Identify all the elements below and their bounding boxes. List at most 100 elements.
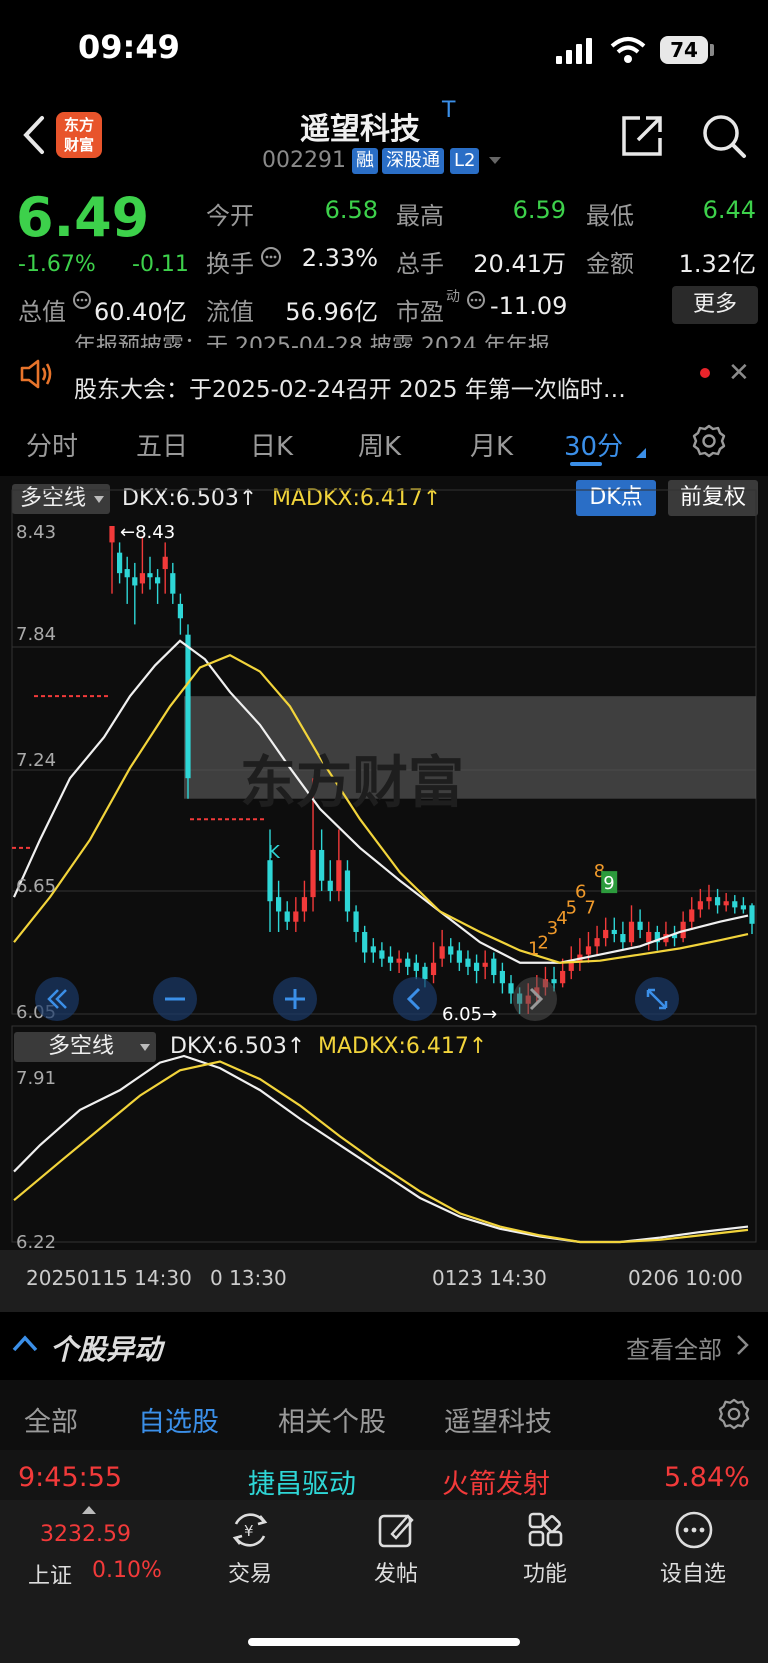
x-label: 0 13:30 bbox=[210, 1266, 287, 1290]
candle-body bbox=[637, 921, 643, 930]
volume-value: 20.41万 bbox=[473, 250, 566, 278]
y-label: 8.43 bbox=[16, 522, 57, 543]
trade-icon[interactable]: ¥ bbox=[228, 1510, 272, 1550]
candle-body bbox=[714, 897, 721, 906]
functions-icon[interactable] bbox=[526, 1510, 566, 1550]
high-value: 6.59 bbox=[512, 196, 566, 224]
svg-text:¥: ¥ bbox=[244, 1522, 254, 1540]
candle-body bbox=[124, 569, 130, 578]
index-percent: 0.10% bbox=[92, 1558, 162, 1583]
candle-body bbox=[327, 880, 333, 891]
candle-body bbox=[336, 860, 342, 891]
gear-icon[interactable] bbox=[718, 1398, 750, 1430]
candle-body bbox=[396, 958, 402, 963]
tab-daily-k[interactable]: 日K bbox=[250, 426, 293, 463]
rewind-icon[interactable] bbox=[34, 976, 80, 1022]
news-previous-line: 年报预披露：于 2025-04-28 披露 2024 年年报 bbox=[74, 334, 550, 348]
movement-tab-favorites[interactable]: 自选股 bbox=[138, 1400, 219, 1439]
search-icon[interactable] bbox=[700, 112, 748, 160]
more-dots-icon[interactable] bbox=[674, 1510, 714, 1550]
candle-body bbox=[448, 946, 454, 955]
close-icon[interactable]: ✕ bbox=[728, 358, 750, 388]
info-icon[interactable] bbox=[466, 290, 486, 310]
info-icon[interactable] bbox=[72, 290, 92, 310]
chevron-left-icon[interactable] bbox=[392, 976, 438, 1022]
index-value[interactable]: 3232.59 bbox=[40, 1522, 131, 1547]
candle-body bbox=[465, 958, 471, 967]
candle-body bbox=[560, 970, 566, 984]
x-label: 20250115 14:30 bbox=[26, 1266, 192, 1290]
corner-triangle-icon bbox=[636, 448, 646, 458]
candle-body bbox=[749, 905, 755, 924]
candle-body bbox=[620, 934, 626, 943]
tab-weekly-k[interactable]: 周K bbox=[358, 426, 401, 463]
candle-body bbox=[177, 603, 183, 619]
candle-body bbox=[185, 634, 191, 779]
gear-icon[interactable] bbox=[692, 424, 726, 458]
index-name: 上证 bbox=[28, 1564, 73, 1589]
status-time: 09:49 bbox=[78, 28, 180, 66]
market-cap-value: 60.40亿 bbox=[94, 298, 187, 326]
chevron-up-icon[interactable] bbox=[12, 1334, 38, 1352]
tab-intraday[interactable]: 分时 bbox=[26, 426, 78, 463]
nav-functions-label[interactable]: 功能 bbox=[500, 1556, 590, 1588]
tab-monthly-k[interactable]: 月K bbox=[470, 426, 513, 463]
chevron-right-icon[interactable] bbox=[736, 1334, 750, 1356]
post-icon[interactable] bbox=[376, 1510, 416, 1550]
candle-body bbox=[370, 946, 376, 953]
chevron-right-icon[interactable] bbox=[512, 976, 558, 1022]
turnover-value: 2.33% bbox=[301, 244, 378, 272]
app-logo: 东方 财富 bbox=[56, 112, 102, 158]
sub-indicator-select[interactable]: 多空线 bbox=[14, 1032, 156, 1062]
candle-body bbox=[706, 897, 712, 902]
tab-30-min[interactable]: 30分 bbox=[564, 426, 623, 463]
chevron-down-icon[interactable] bbox=[488, 156, 502, 166]
stock-code: 002291 bbox=[262, 148, 346, 173]
more-button[interactable]: 更多 bbox=[672, 286, 758, 324]
app-logo-text: 东方 财富 bbox=[63, 116, 94, 154]
candle-body bbox=[646, 931, 652, 943]
nav-add-favorite-label[interactable]: 设自选 bbox=[648, 1556, 738, 1588]
share-icon[interactable] bbox=[618, 112, 666, 160]
current-price: 6.49 bbox=[16, 186, 150, 249]
low-value: 6.44 bbox=[702, 196, 756, 224]
info-icon[interactable] bbox=[260, 246, 282, 268]
watermark: 东方财富 bbox=[240, 751, 464, 816]
candle-body bbox=[147, 573, 153, 578]
view-all-link[interactable]: 查看全部 bbox=[626, 1330, 722, 1365]
movement-title: 个股异动 bbox=[50, 1333, 163, 1366]
movement-tab-related[interactable]: 相关个股 bbox=[278, 1400, 386, 1439]
back-arrow-icon[interactable] bbox=[14, 110, 54, 160]
candle-body bbox=[301, 897, 308, 912]
sz-connect-tag: 深股通 bbox=[382, 148, 444, 174]
movement-tab-stock[interactable]: 遥望科技 bbox=[444, 1400, 552, 1439]
kline-chart[interactable]: 123456789 bbox=[0, 476, 768, 1312]
amount-value: 1.32亿 bbox=[678, 250, 756, 278]
zoom-out-icon[interactable] bbox=[152, 976, 198, 1022]
movement-tab-all[interactable]: 全部 bbox=[24, 1400, 78, 1439]
stock-name[interactable]: 遥望科技 bbox=[300, 104, 420, 148]
battery-tip bbox=[710, 44, 714, 56]
l2-tag: L2 bbox=[450, 148, 480, 174]
movement-stock-name[interactable]: 捷昌驱动 bbox=[248, 1462, 356, 1501]
nav-trade-label[interactable]: 交易 bbox=[205, 1556, 295, 1588]
movement-percent: 5.84% bbox=[664, 1462, 750, 1493]
candle-body bbox=[155, 577, 161, 584]
sub-madkx-value: MADKX:6.417↑ bbox=[318, 1034, 488, 1059]
nav-post-label[interactable]: 发帖 bbox=[351, 1556, 441, 1588]
x-label: 0123 14:30 bbox=[432, 1266, 547, 1290]
expand-icon[interactable] bbox=[634, 976, 680, 1022]
triangle-up-icon bbox=[82, 1506, 96, 1514]
candle-body bbox=[117, 552, 123, 574]
candle-body bbox=[439, 946, 445, 959]
candle-body bbox=[284, 911, 290, 922]
pe-label: 市盈 bbox=[396, 298, 444, 326]
candle-body bbox=[293, 911, 299, 922]
candle-body bbox=[473, 962, 480, 971]
y-label: 6.65 bbox=[16, 876, 57, 897]
zoom-in-icon[interactable] bbox=[272, 976, 318, 1022]
candle-body bbox=[594, 938, 600, 947]
news-ticker[interactable]: 股东大会：于2025-02-24召开 2025 年第一次临时… bbox=[74, 370, 684, 404]
open-label: 今开 bbox=[206, 202, 254, 230]
tab-five-day[interactable]: 五日 bbox=[136, 426, 188, 463]
